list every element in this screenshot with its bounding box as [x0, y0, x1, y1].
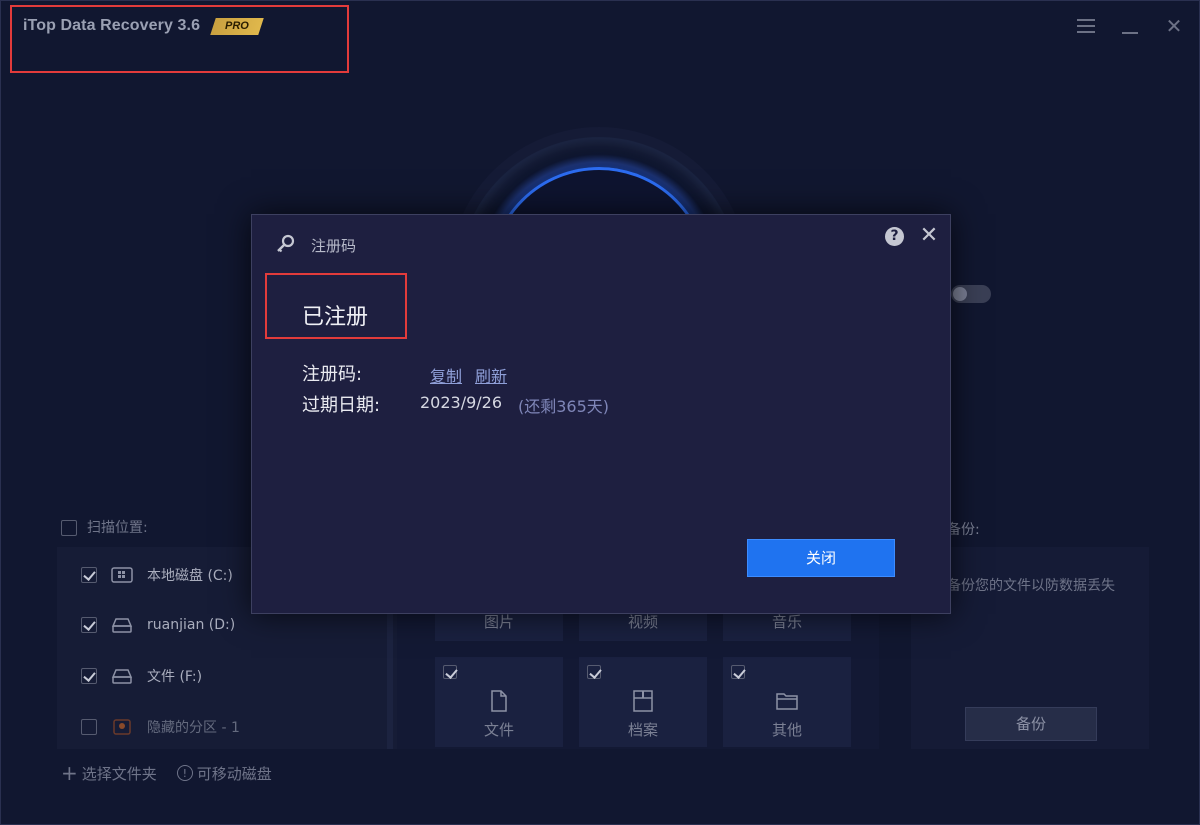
help-icon[interactable]: ?	[885, 227, 904, 246]
type-label: 视频	[627, 613, 658, 631]
minimize-icon[interactable]	[1117, 13, 1143, 39]
expiry-date: 2023/9/26	[420, 393, 503, 412]
drive-checkbox[interactable]	[81, 668, 97, 684]
type-checkbox[interactable]	[731, 665, 745, 679]
backup-description: 备份您的文件以防数据丢失	[947, 578, 1115, 594]
type-label: 其他	[771, 721, 802, 739]
document-icon	[491, 690, 507, 712]
drive-item[interactable]: 隐藏的分区 - 1	[81, 715, 240, 739]
copy-link[interactable]: 复制	[430, 363, 462, 387]
drive-label: 文件 (F:)	[147, 669, 203, 685]
type-tile-archives[interactable]: 档案	[579, 657, 707, 747]
menu-icon[interactable]	[1073, 13, 1099, 39]
remaining-days: (还剩365天)	[518, 397, 610, 416]
dialog-close-icon[interactable]: ✕	[917, 224, 941, 248]
drive-label: ruanjian (D:)	[147, 617, 236, 633]
select-folder-link[interactable]: 选择文件夹	[82, 763, 157, 784]
hidden-partition-icon	[113, 719, 131, 735]
hard-drive-icon	[111, 618, 133, 633]
type-label: 图片	[483, 613, 514, 631]
app-title: iTop Data Recovery 3.6	[23, 17, 201, 34]
pro-badge: PRO	[210, 18, 264, 35]
type-checkbox[interactable]	[587, 665, 601, 679]
plus-icon[interactable]: +	[61, 761, 78, 785]
drive-item[interactable]: ruanjian (D:)	[81, 613, 235, 637]
scan-location-header: 扫描位置:	[61, 517, 148, 537]
registration-status: 已注册	[302, 305, 369, 330]
drive-label: 本地磁盘 (C:)	[147, 568, 233, 584]
app-window: iTop Data Recovery 3.6 PRO ✕ 扫描位置: 本地磁盘 …	[0, 0, 1200, 825]
type-label: 文件	[483, 721, 514, 739]
drive-item[interactable]: 本地磁盘 (C:)	[81, 563, 233, 587]
windows-drive-icon	[111, 567, 133, 583]
type-checkbox[interactable]	[443, 665, 457, 679]
close-window-icon[interactable]: ✕	[1161, 13, 1187, 39]
archive-icon	[633, 690, 653, 712]
highlight-box-title	[10, 5, 349, 73]
registration-dialog: 注册码 ? ✕ 已注册 注册码: 复制 刷新 过期日期: 2023/9/26 (…	[251, 214, 951, 614]
scan-location-checkbox[interactable]	[61, 520, 77, 536]
key-icon	[277, 234, 295, 253]
hard-drive-icon	[111, 669, 133, 684]
bottom-links: + 选择文件夹 ! 可移动磁盘	[61, 761, 272, 785]
type-label: 音乐	[771, 613, 802, 631]
folder-icon	[776, 693, 798, 710]
pro-badge-label: PRO	[225, 20, 249, 32]
expiry-label: 过期日期:	[302, 395, 381, 416]
type-tile-documents[interactable]: 文件	[435, 657, 563, 747]
backup-button[interactable]: 备份	[965, 707, 1097, 741]
code-label: 注册码:	[302, 364, 363, 385]
drive-checkbox[interactable]	[81, 719, 97, 735]
close-button[interactable]: 关闭	[747, 539, 895, 577]
type-tile-others[interactable]: 其他	[723, 657, 851, 747]
info-icon[interactable]: !	[176, 765, 193, 781]
drive-item[interactable]: 文件 (F:)	[81, 664, 202, 688]
toggle-switch[interactable]	[951, 285, 991, 303]
removable-disk-link[interactable]: 可移动磁盘	[197, 763, 272, 784]
refresh-link[interactable]: 刷新	[475, 363, 507, 387]
scan-location-label: 扫描位置:	[87, 520, 148, 536]
type-label: 档案	[627, 721, 658, 739]
drive-checkbox[interactable]	[81, 617, 97, 633]
title-bar: iTop Data Recovery 3.6 PRO ✕	[1, 1, 1199, 73]
dialog-title: 注册码	[311, 237, 357, 255]
drive-label: 隐藏的分区 - 1	[147, 720, 240, 736]
backup-title: 备份:	[947, 522, 980, 538]
drive-checkbox[interactable]	[81, 567, 97, 583]
